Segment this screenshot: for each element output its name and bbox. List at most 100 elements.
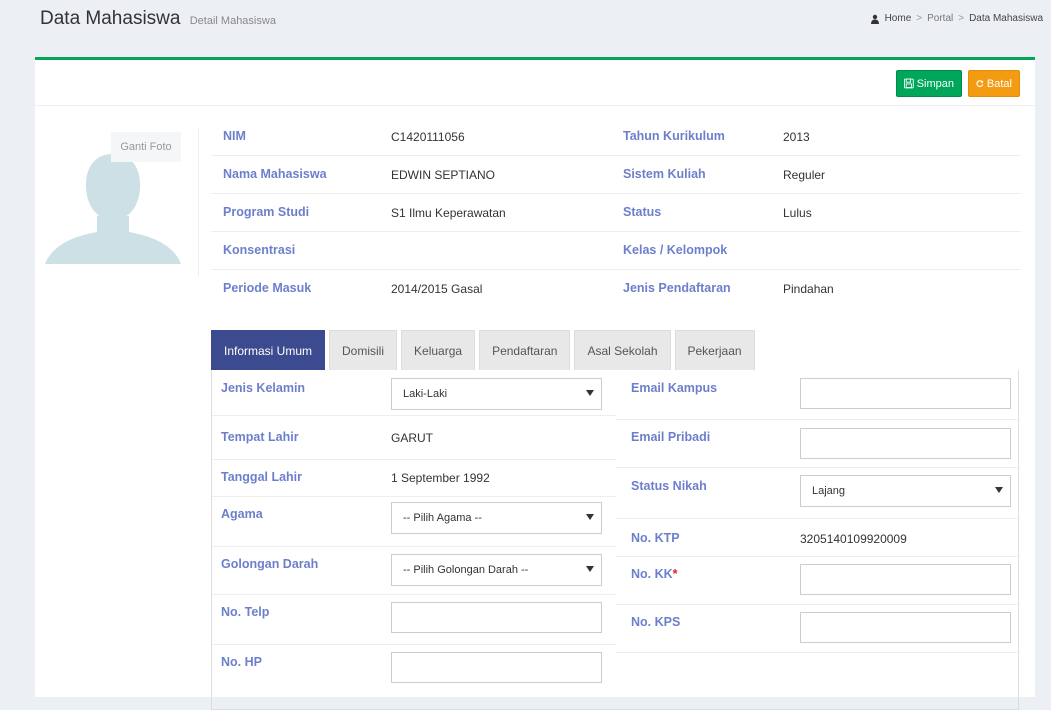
refresh-icon	[976, 80, 984, 88]
sistem-kuliah-label: Sistem Kuliah	[623, 167, 706, 181]
status-nikah-label: Status Nikah	[631, 479, 707, 493]
tempat-lahir-value: GARUT	[391, 431, 433, 445]
no-kps-label: No. KPS	[631, 615, 681, 629]
no-kk-input[interactable]	[800, 564, 1011, 595]
form-row: Agama -- Pilih Agama --	[212, 497, 616, 547]
info-row: Konsentrasi Kelas / Kelompok	[211, 232, 1021, 270]
photo-area: Ganti Foto	[39, 128, 199, 276]
periode-value: 2014/2015 Gasal	[391, 282, 483, 296]
no-hp-label: No. HP	[221, 655, 262, 669]
nama-label: Nama Mahasiswa	[223, 167, 327, 181]
status-value: Lulus	[783, 206, 812, 220]
agama-label: Agama	[221, 507, 263, 521]
no-kk-label-text: No. KK	[631, 567, 673, 581]
form-row: Tanggal Lahir 1 September 1992	[212, 460, 616, 497]
status-nikah-value: Lajang	[812, 485, 846, 497]
page-title-text: Data Mahasiswa	[40, 8, 181, 29]
no-kps-input[interactable]	[800, 612, 1011, 643]
tahun-kurikulum-label: Tahun Kurikulum	[623, 129, 725, 143]
student-info: NIM C1420111056 Tahun Kurikulum 2013 Nam…	[211, 118, 1021, 308]
tab-content: Jenis Kelamin Laki-Laki Tempat Lahir GAR…	[211, 370, 1020, 710]
page-title: Data Mahasiswa Detail Mahasiswa	[40, 8, 276, 30]
jenis-pendaftaran-label: Jenis Pendaftaran	[623, 281, 731, 295]
chevron-down-icon	[995, 487, 1003, 493]
no-kk-label: No. KK*	[631, 567, 678, 581]
golongan-darah-label: Golongan Darah	[221, 557, 319, 571]
tanggal-lahir-value: 1 September 1992	[391, 471, 490, 485]
agama-value: -- Pilih Agama --	[403, 512, 482, 524]
info-row: NIM C1420111056 Tahun Kurikulum 2013	[211, 118, 1021, 156]
breadcrumb-separator: >	[958, 13, 965, 24]
form-row: No. KPS	[616, 605, 1020, 653]
email-pribadi-input[interactable]	[800, 428, 1011, 459]
email-pribadi-label: Email Pribadi	[631, 430, 711, 444]
breadcrumb-home[interactable]: Home	[885, 13, 912, 24]
no-telp-input[interactable]	[391, 602, 602, 633]
form-row: No. KTP 3205140109920009	[616, 519, 1020, 557]
cancel-button[interactable]: Batal	[968, 70, 1020, 97]
golongan-darah-select[interactable]: -- Pilih Golongan Darah --	[391, 554, 602, 586]
tab-keluarga[interactable]: Keluarga	[401, 330, 476, 370]
no-hp-input[interactable]	[391, 652, 602, 683]
tab-pekerjaan[interactable]: Pekerjaan	[674, 330, 755, 370]
chevron-down-icon	[586, 566, 594, 572]
breadcrumb-current: Data Mahasiswa	[969, 13, 1043, 24]
tab-informasi-umum[interactable]: Informasi Umum	[211, 330, 326, 370]
konsentrasi-label: Konsentrasi	[223, 243, 296, 257]
tab-pendaftaran[interactable]: Pendaftaran	[479, 330, 571, 370]
email-kampus-label: Email Kampus	[631, 381, 718, 395]
detail-box: Simpan Batal Ganti Foto NIM C1420111056 …	[35, 57, 1035, 710]
tab-asal-sekolah[interactable]: Asal Sekolah	[574, 330, 671, 370]
home-icon	[870, 14, 879, 24]
no-ktp-value: 3205140109920009	[800, 532, 907, 546]
info-row: Program Studi S1 Ilmu Keperawatan Status…	[211, 194, 1021, 232]
save-button-label: Simpan	[916, 77, 954, 90]
periode-label: Periode Masuk	[223, 281, 312, 295]
nim-label: NIM	[223, 129, 246, 143]
sistem-kuliah-value: Reguler	[783, 168, 826, 182]
change-photo-button[interactable]: Ganti Foto	[111, 132, 181, 162]
info-row: Periode Masuk 2014/2015 Gasal Jenis Pend…	[211, 270, 1021, 308]
jenis-pendaftaran-value: Pindahan	[783, 282, 834, 296]
breadcrumb-separator: >	[916, 13, 923, 24]
detail-tabs: Informasi Umum Domisili Keluarga Pendaft…	[211, 330, 755, 370]
tahun-kurikulum-value: 2013	[783, 130, 810, 144]
prodi-value: S1 Ilmu Keperawatan	[391, 206, 506, 220]
chevron-down-icon	[586, 514, 594, 520]
form-left-column: Jenis Kelamin Laki-Laki Tempat Lahir GAR…	[212, 370, 616, 695]
info-row: Nama Mahasiswa EDWIN SEPTIANO Sistem Kul…	[211, 156, 1021, 194]
form-row: Tempat Lahir GARUT	[212, 416, 616, 460]
page-subtitle: Detail Mahasiswa	[189, 15, 276, 27]
form-right-column: Email Kampus Email Pribadi Status Nikah …	[616, 370, 1020, 653]
chevron-down-icon	[586, 390, 594, 396]
form-row: No. KK*	[616, 557, 1020, 605]
status-label: Status	[623, 205, 662, 219]
jenis-kelamin-value: Laki-Laki	[403, 388, 448, 400]
tempat-lahir-label: Tempat Lahir	[221, 430, 299, 444]
cancel-button-label: Batal	[986, 77, 1012, 90]
box-toolbar: Simpan Batal	[35, 60, 1035, 106]
page-header: Data Mahasiswa Detail Mahasiswa Home > P…	[0, 0, 1051, 40]
jenis-kelamin-label: Jenis Kelamin	[221, 381, 306, 395]
form-row: Golongan Darah -- Pilih Golongan Darah -…	[212, 547, 616, 595]
save-button[interactable]: Simpan	[896, 70, 962, 97]
status-nikah-select[interactable]: Lajang	[800, 475, 1011, 507]
kelas-label: Kelas / Kelompok	[623, 243, 728, 257]
form-row: Status Nikah Lajang	[616, 468, 1020, 519]
tanggal-lahir-label: Tanggal Lahir	[221, 470, 303, 484]
no-ktp-label: No. KTP	[631, 531, 680, 545]
tab-domisili[interactable]: Domisili	[329, 330, 398, 370]
email-kampus-input[interactable]	[800, 378, 1011, 409]
form-row: Email Kampus	[616, 370, 1020, 420]
no-telp-label: No. Telp	[221, 605, 270, 619]
golongan-darah-value: -- Pilih Golongan Darah --	[403, 564, 529, 576]
form-row: No. Telp	[212, 595, 616, 645]
nim-value: C1420111056	[391, 130, 465, 144]
breadcrumb: Home > Portal > Data Mahasiswa	[870, 13, 1043, 24]
jenis-kelamin-select[interactable]: Laki-Laki	[391, 378, 602, 410]
nama-value: EDWIN SEPTIANO	[391, 168, 496, 182]
form-row: Jenis Kelamin Laki-Laki	[212, 370, 616, 416]
breadcrumb-portal[interactable]: Portal	[927, 13, 953, 24]
save-icon	[904, 78, 914, 89]
agama-select[interactable]: -- Pilih Agama --	[391, 502, 602, 534]
